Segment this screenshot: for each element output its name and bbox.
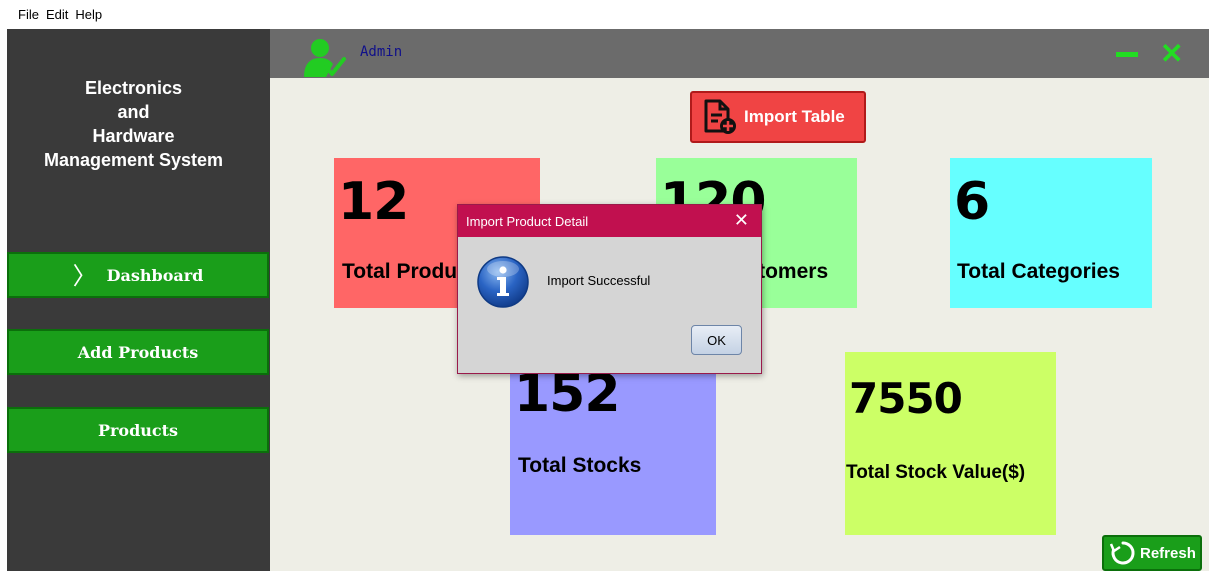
stat-label: Total Stock Value($) xyxy=(846,462,1026,483)
refresh-label: Refresh xyxy=(1140,544,1196,562)
app-title-line-1: Electronics xyxy=(84,78,183,98)
sidebar-item-label: Dashboard xyxy=(106,265,204,285)
sidebar-item-products[interactable]: Products xyxy=(7,407,269,453)
menu-file[interactable]: File xyxy=(18,7,39,22)
app-title-line-3: Hardware xyxy=(92,126,175,146)
sidebar-item-label: Add Products xyxy=(77,342,199,362)
stat-label: Total Categories xyxy=(957,260,1120,283)
close-icon[interactable]: ✕ xyxy=(1160,40,1183,68)
user-check-icon xyxy=(304,39,346,77)
refresh-button[interactable]: Refresh xyxy=(1102,535,1202,571)
stat-card-total-stock-value: 7550 Total Stock Value($) xyxy=(845,352,1056,535)
header-bar: Admin ✕ xyxy=(270,29,1209,78)
sidebar-item-dashboard[interactable]: 〉 Dashboard xyxy=(7,252,269,298)
stat-label: Total Stocks xyxy=(518,454,642,477)
file-add-icon xyxy=(704,99,736,134)
import-table-button[interactable]: Import Table xyxy=(690,91,866,143)
menu-help[interactable]: Help xyxy=(75,7,102,22)
refresh-icon xyxy=(1110,541,1135,565)
ok-button[interactable]: OK xyxy=(691,325,742,355)
stat-card-total-stocks: 152 Total Stocks xyxy=(510,354,716,535)
stat-value: 12 xyxy=(338,172,409,232)
info-icon xyxy=(477,256,529,308)
dialog-message: Import Successful xyxy=(547,273,651,288)
import-table-label: Import Table xyxy=(744,107,845,126)
menu-edit[interactable]: Edit xyxy=(46,7,68,22)
chevron-right-icon: 〉 xyxy=(72,262,97,290)
sidebar-item-add-products[interactable]: Add Products xyxy=(7,329,269,375)
menu-bar: File Edit Help xyxy=(0,0,1209,29)
stat-value: 7550 xyxy=(849,374,963,423)
import-success-dialog: Import Product Detail ✕ Import Successfu… xyxy=(457,204,762,374)
minimize-icon[interactable] xyxy=(1116,52,1138,57)
close-icon[interactable]: ✕ xyxy=(734,210,749,231)
dialog-title-bar: Import Product Detail ✕ xyxy=(458,205,761,237)
dialog-title: Import Product Detail xyxy=(466,213,589,229)
app-title-line-2: and xyxy=(117,102,150,122)
app-title-line-4: Management System xyxy=(43,150,224,170)
user-name: Admin xyxy=(360,44,403,60)
sidebar-item-label: Products xyxy=(97,420,179,440)
stat-card-total-categories: 6 Total Categories xyxy=(950,158,1152,308)
app-title: Electronics and Hardware Management Syst… xyxy=(7,76,260,172)
stat-value: 6 xyxy=(954,172,990,232)
sidebar: Electronics and Hardware Management Syst… xyxy=(7,29,270,571)
